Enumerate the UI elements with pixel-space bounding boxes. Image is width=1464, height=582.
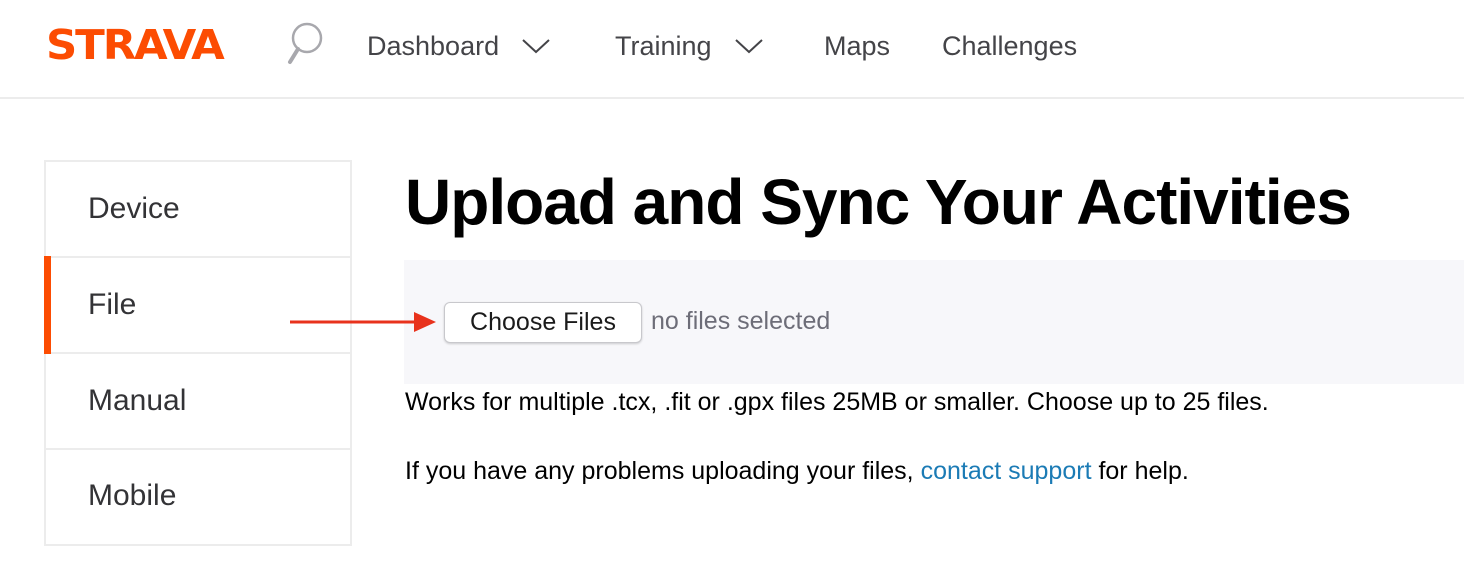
support-note: If you have any problems uploading your … xyxy=(405,457,1189,486)
sidebar-item-device[interactable]: Device xyxy=(46,162,350,258)
nav-maps-label: Maps xyxy=(824,30,891,61)
sidebar-item-label: Device xyxy=(88,192,180,225)
sidebar-item-manual[interactable]: Manual xyxy=(46,354,350,450)
nav-dashboard[interactable]: Dashboard xyxy=(367,28,551,64)
top-navigation: STRAVA Dashboard Training Maps Challenge… xyxy=(0,0,1464,99)
support-note-suffix: for help. xyxy=(1091,457,1189,485)
sidebar-item-label: File xyxy=(88,288,137,321)
nav-training-label: Training xyxy=(615,30,712,61)
annotation-arrow-icon xyxy=(290,312,436,332)
chevron-down-icon xyxy=(522,39,550,54)
page-title: Upload and Sync Your Activities xyxy=(405,166,1352,238)
supported-files-note: Works for multiple .tcx, .fit or .gpx fi… xyxy=(405,388,1269,416)
sidebar-item-mobile[interactable]: Mobile xyxy=(46,450,350,542)
sidebar-item-label: Manual xyxy=(88,384,187,417)
choose-files-button[interactable]: Choose Files xyxy=(444,302,642,343)
nav-training[interactable]: Training xyxy=(615,28,764,64)
chevron-down-icon xyxy=(734,39,763,54)
upload-method-sidebar: Device File Manual Mobile xyxy=(44,160,352,546)
support-note-prefix: If you have any problems uploading your … xyxy=(405,457,921,485)
nav-dashboard-label: Dashboard xyxy=(367,30,500,61)
nav-challenges-label: Challenges xyxy=(942,30,1078,61)
strava-logo[interactable]: STRAVA xyxy=(46,24,225,66)
nav-challenges[interactable]: Challenges xyxy=(942,28,1077,64)
contact-support-link[interactable]: contact support xyxy=(921,457,1092,485)
file-selection-status: no files selected xyxy=(651,307,831,335)
file-upload-panel: Choose Files no files selected xyxy=(404,260,1464,384)
search-icon[interactable] xyxy=(284,20,326,68)
nav-maps[interactable]: Maps xyxy=(824,28,890,64)
sidebar-item-file[interactable]: File xyxy=(44,256,350,354)
sidebar-item-label: Mobile xyxy=(88,479,177,512)
